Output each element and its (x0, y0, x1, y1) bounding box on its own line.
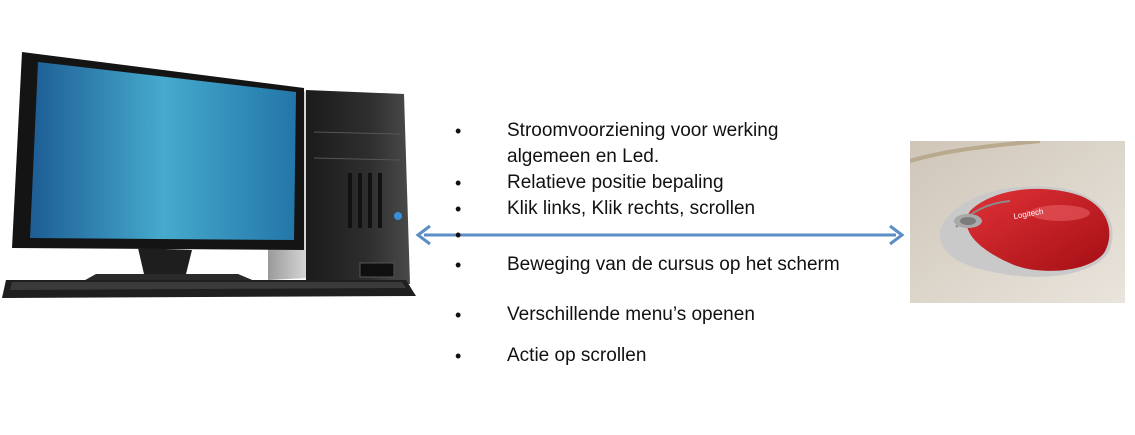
desktop-computer-icon (2, 52, 416, 298)
list-item-text: Klik links, Klik rechts, scrollen (507, 198, 756, 219)
list-item-text: Beweging van de cursus op het scherm (507, 254, 840, 275)
list-item-text: Relatieve positie bepaling (507, 172, 724, 193)
list-item-text: Actie op scrollen (507, 345, 647, 366)
list-item-text: Verschillende menu’s openen (507, 304, 755, 325)
double-headed-arrow-icon (415, 224, 905, 246)
bullet-marker: • (455, 199, 462, 219)
list-item-text: Stroomvoorziening voor werking algemeen … (507, 120, 779, 167)
diagram: Logitech • Stroomvoorziening voor werkin… (0, 0, 1135, 435)
bullet-marker: • (455, 225, 462, 245)
bullet-marker: • (455, 255, 462, 275)
bullet-marker: • (455, 173, 462, 193)
bullet-marker: • (455, 121, 462, 141)
bullet-marker: • (455, 346, 462, 366)
bullet-marker: • (455, 305, 462, 325)
computer-mouse-icon: Logitech (910, 141, 1125, 303)
